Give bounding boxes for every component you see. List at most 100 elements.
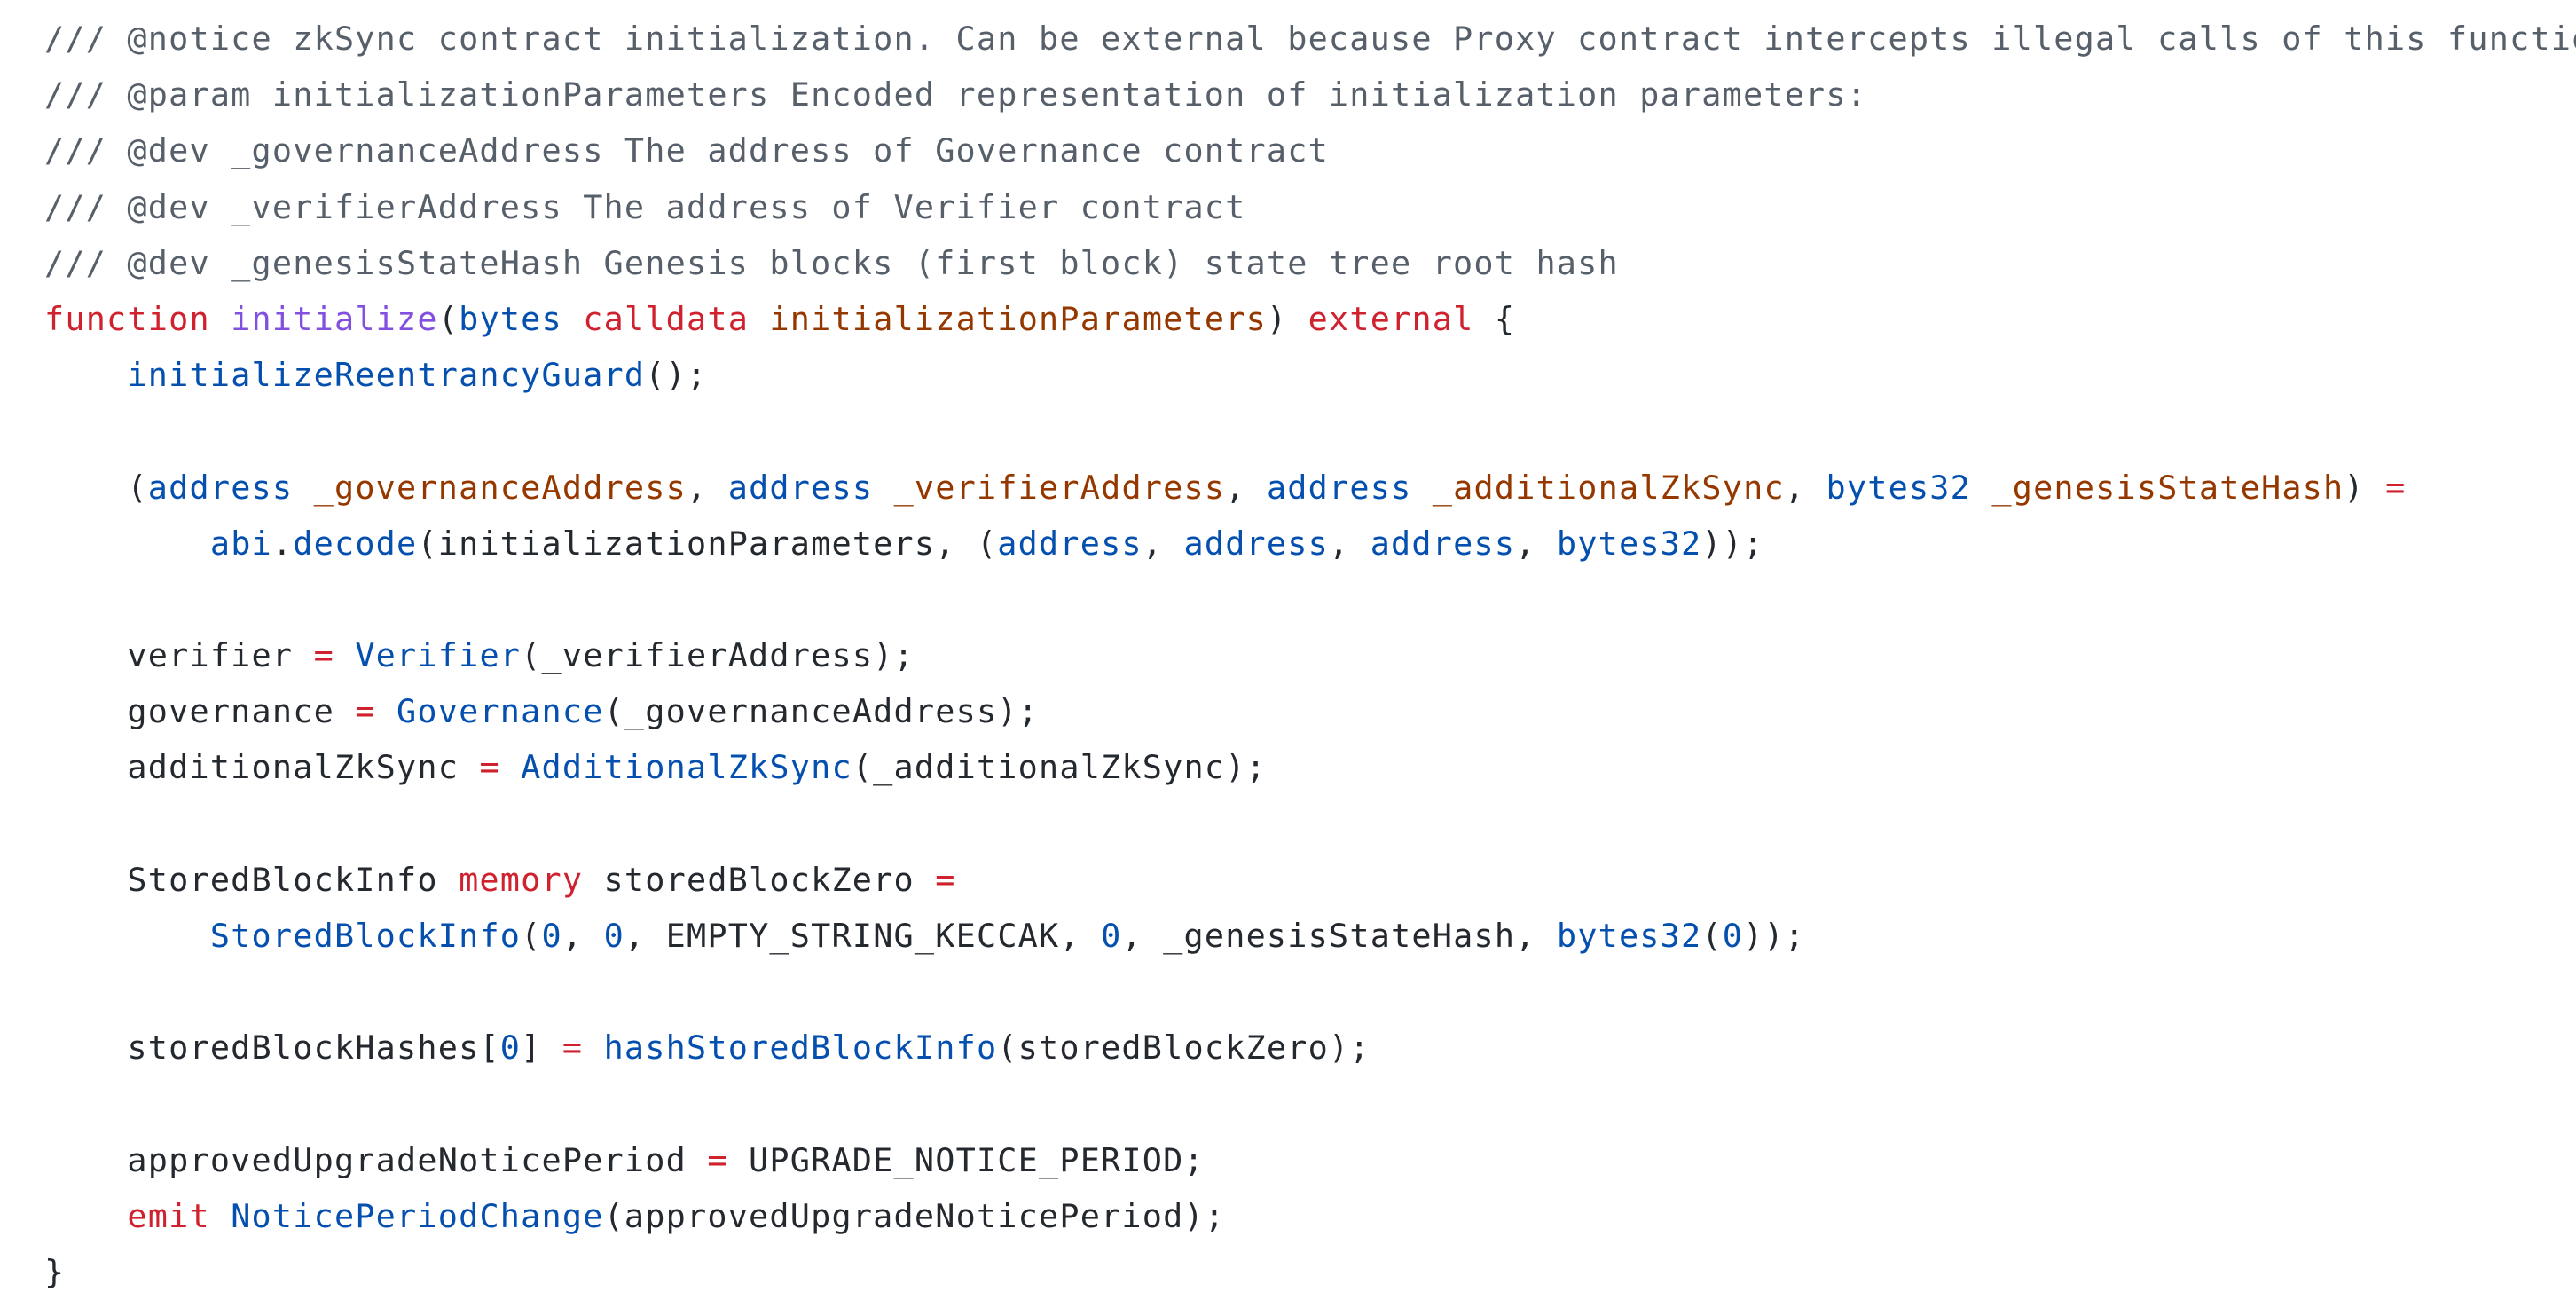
code-token-plain: , xyxy=(1515,524,1557,563)
code-token-comment: /// @notice zkSync contract initializati… xyxy=(44,20,2576,58)
code-token-call: hashStoredBlockInfo xyxy=(603,1028,998,1068)
code-token-operator: = xyxy=(479,748,500,787)
code-token-plain: (storedBlockZero); xyxy=(997,1028,1370,1068)
code-line: /// @dev _genesisStateHash Genesis block… xyxy=(44,235,2564,291)
code-token-comment: /// @param initializationParameters Enco… xyxy=(44,75,1868,114)
code-token-plain: additionalZkSync xyxy=(44,748,480,787)
code-token-operator: = xyxy=(2385,468,2407,507)
code-token-plain: approvedUpgradeNoticePeriod xyxy=(44,1140,708,1179)
code-token-keyword: function xyxy=(44,299,210,338)
code-token-plain: ( xyxy=(521,917,542,955)
code-token-call: Verifier xyxy=(355,636,522,675)
code-token-param: _genesisStateHash xyxy=(1991,468,2344,507)
code-token-plain: } xyxy=(44,1253,66,1292)
code-token-number: 0 xyxy=(1722,917,1744,955)
code-token-operator: = xyxy=(313,636,334,675)
code-token-keyword: memory xyxy=(459,860,584,899)
code-token-plain: , xyxy=(1784,468,1826,507)
code-token-type: address xyxy=(147,468,294,507)
code-token-param: _verifierAddress xyxy=(893,468,1226,507)
code-token-function: initialize xyxy=(231,299,438,338)
code-token-plain: (approvedUpgradeNoticePeriod); xyxy=(603,1196,1226,1235)
code-token-plain: ( xyxy=(437,299,459,338)
code-token-plain: verifier xyxy=(44,636,314,675)
code-token-plain: )); xyxy=(1743,917,1806,955)
code-token-type: bytes32 xyxy=(1826,468,1972,507)
code-token-param: _additionalZkSync xyxy=(1432,468,1785,507)
code-token-plain: (initializationParameters, ( xyxy=(417,524,998,563)
code-token-plain: , xyxy=(1225,468,1267,507)
code-token-plain: , xyxy=(1142,524,1184,563)
code-block: /// @notice zkSync contract initializati… xyxy=(44,11,2576,1300)
code-line: } xyxy=(44,1244,2564,1300)
code-token-plain: , EMPTY_STRING_KECCAK, xyxy=(624,917,1102,955)
code-token-plain: ) xyxy=(1266,299,1308,338)
code-line: function initialize(bytes calldata initi… xyxy=(44,291,2564,347)
code-token-call: abi xyxy=(209,524,272,563)
code-token-operator: = xyxy=(707,1140,728,1179)
code-token-number: 0 xyxy=(603,917,624,955)
code-token-plain: governance xyxy=(44,692,356,731)
code-token-plain: StoredBlockInfo xyxy=(44,860,459,899)
code-line: /// @dev _verifierAddress The address of… xyxy=(44,179,2564,235)
code-token-plain: ( xyxy=(44,468,148,507)
code-line: approvedUpgradeNoticePeriod = UPGRADE_NO… xyxy=(44,1132,2564,1188)
code-token-plain: ( xyxy=(1701,917,1723,955)
code-token-plain: storedBlockHashes[ xyxy=(44,1028,500,1068)
code-line: additionalZkSync = AdditionalZkSync(_add… xyxy=(44,739,2564,795)
code-token-plain: , _genesisStateHash, xyxy=(1121,917,1557,955)
code-token-plain: , xyxy=(687,468,728,507)
code-token-type: bytes32 xyxy=(1556,917,1702,955)
code-token-comment: /// @dev _governanceAddress The address … xyxy=(44,131,1329,170)
code-line: abi.decode(initializationParameters, (ad… xyxy=(44,516,2564,571)
code-token-keyword: external xyxy=(1308,299,1474,338)
code-token-plain: ) xyxy=(2344,468,2386,507)
code-token-type: address xyxy=(727,468,874,507)
code-token-operator: = xyxy=(935,860,956,899)
code-token-operator: = xyxy=(562,1028,584,1068)
code-token-plain: UPGRADE_NOTICE_PERIOD; xyxy=(727,1140,1205,1179)
code-token-call: Governance xyxy=(397,692,604,731)
code-token-number: 0 xyxy=(1101,917,1122,955)
code-token-operator: = xyxy=(355,692,376,731)
code-line: (address _governanceAddress, address _ve… xyxy=(44,460,2564,516)
code-token-comment: /// @dev _verifierAddress The address of… xyxy=(44,187,1246,226)
code-token-param: _governanceAddress xyxy=(313,468,687,507)
code-line: emit NoticePeriodChange(approvedUpgradeN… xyxy=(44,1188,2564,1244)
code-token-call: StoredBlockInfo xyxy=(209,917,522,955)
code-token-comment: /// @dev _genesisStateHash Genesis block… xyxy=(44,243,1619,282)
code-token-number: 0 xyxy=(541,917,562,955)
code-token-plain: (); xyxy=(645,356,708,395)
code-token-param: initializationParameters xyxy=(769,299,1267,338)
code-token-type: address xyxy=(997,524,1143,563)
code-line: StoredBlockInfo memory storedBlockZero = xyxy=(44,852,2564,908)
code-line: storedBlockHashes[0] = hashStoredBlockIn… xyxy=(44,1020,2564,1076)
code-token-type: address xyxy=(1183,524,1329,563)
code-token-plain: (_governanceAddress); xyxy=(603,692,1040,731)
code-token-number: 0 xyxy=(499,1028,522,1068)
code-token-plain: (_additionalZkSync); xyxy=(852,748,1267,787)
code-token-plain: . xyxy=(271,524,294,563)
code-line: verifier = Verifier(_verifierAddress); xyxy=(44,627,2564,683)
code-token-type: address xyxy=(1266,468,1412,507)
code-token-plain: , xyxy=(1328,524,1370,563)
